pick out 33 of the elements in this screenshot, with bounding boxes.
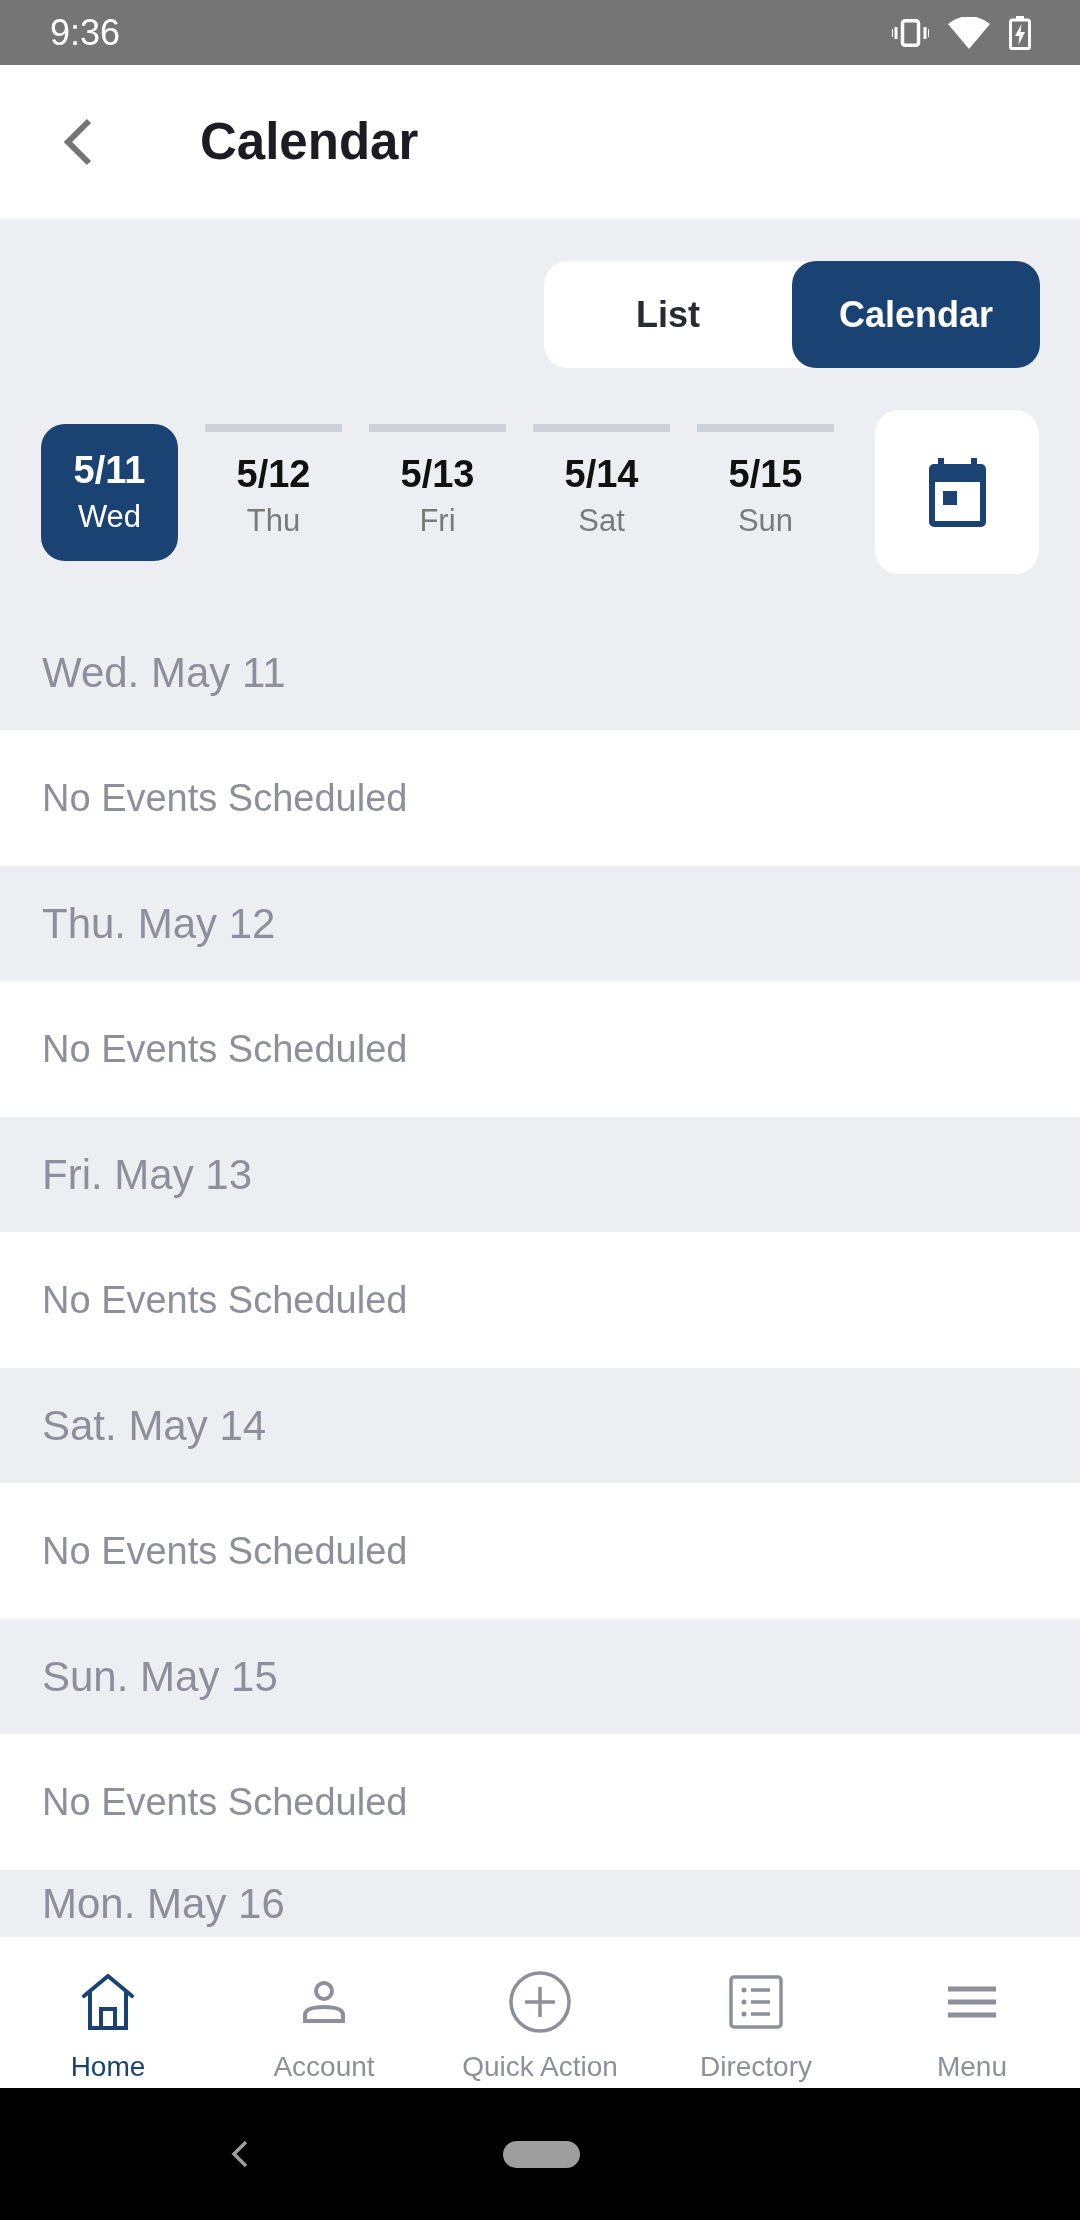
date-heading: Thu. May 12 [42,899,276,948]
date-heading: Mon. May 16 [42,1880,285,1928]
calendar-picker-button[interactable] [875,410,1039,574]
chevron-left-icon [62,118,93,166]
empty-message: No Events Scheduled [42,1278,408,1322]
list-icon [729,1975,783,2029]
page-title: Calendar [200,112,419,172]
wifi-icon [948,16,990,49]
date-heading: Sat. May 14 [42,1401,267,1450]
home-handle-icon[interactable] [503,2140,580,2168]
nav-tab[interactable]: Home [0,1937,216,2088]
back-nav-icon[interactable] [231,2140,249,2168]
menu-icon [948,1986,996,2018]
day-tab[interactable]: 5/12 Thu [205,423,342,561]
date-heading: Sun. May 15 [42,1652,278,1701]
person-icon [303,1981,345,2023]
date-heading: Fri. May 13 [42,1150,253,1199]
view-tab[interactable]: List [544,261,792,368]
day-tab[interactable]: 5/14 Sat [533,423,670,561]
battery-charging-icon [1009,15,1031,50]
day-tab[interactable]: 5/11 Wed [41,423,178,561]
empty-message: No Events Scheduled [42,1027,408,1071]
plus-circle-icon [509,1971,571,2033]
status-time: 9:36 [50,12,121,53]
date-heading: Wed. May 11 [42,648,286,697]
view-tab[interactable]: Calendar [792,261,1040,368]
empty-message: No Events Scheduled [42,776,408,820]
empty-message: No Events Scheduled [42,1780,408,1824]
empty-message: No Events Scheduled [42,1529,408,1573]
vibrate-icon [892,18,929,47]
home-icon [81,1974,135,2030]
day-tab[interactable]: 5/13 Fri [369,423,506,561]
day-tab[interactable]: 5/15 Sun [697,423,834,561]
